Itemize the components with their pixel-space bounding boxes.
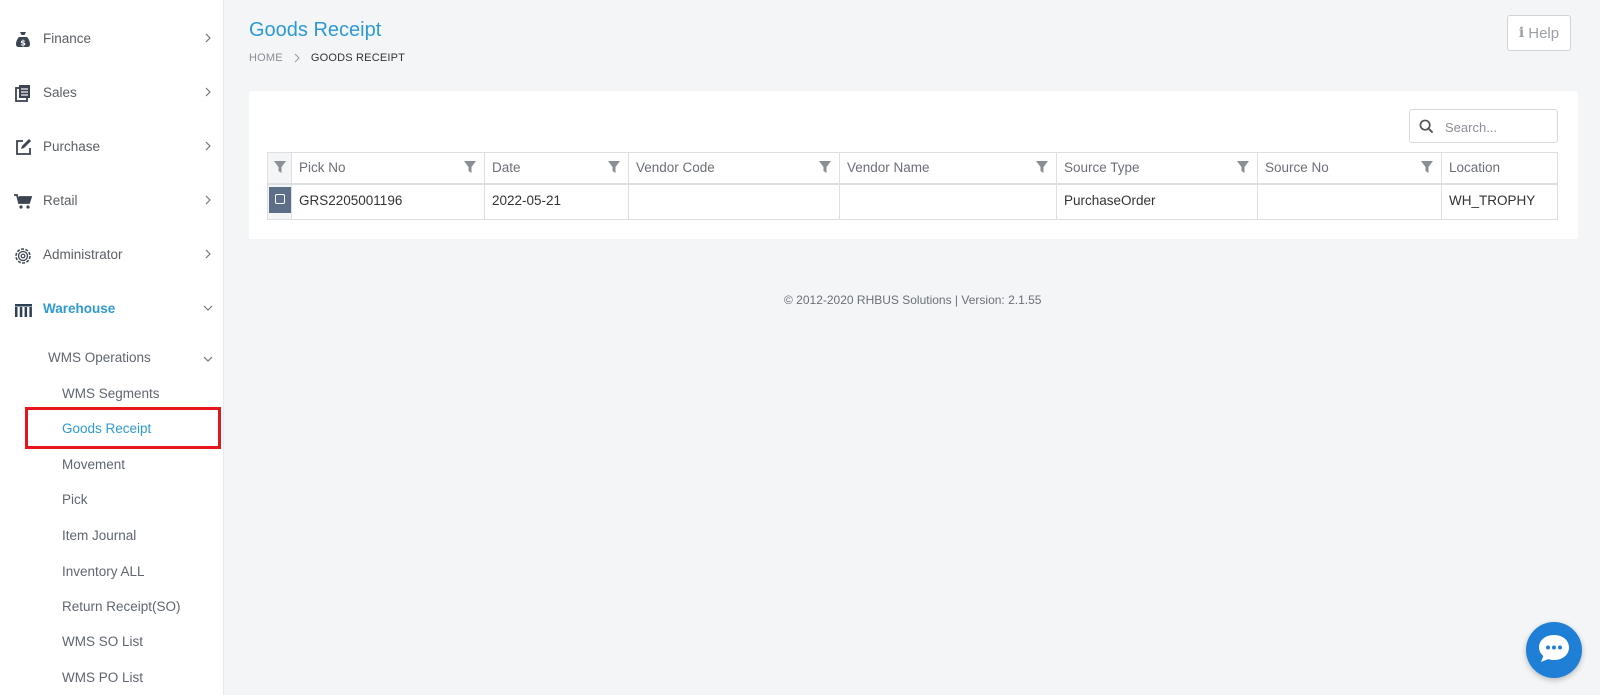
warehouse-icon xyxy=(15,304,32,317)
column-header-pick-no[interactable]: Pick No xyxy=(292,153,485,183)
sidebar-item-label: Purchase xyxy=(43,139,101,154)
sidebar-subitem-return-receipt-so[interactable]: Return Receipt(SO) xyxy=(62,599,181,623)
search-input[interactable] xyxy=(1443,116,1555,138)
cell-vendor-name[interactable] xyxy=(840,185,1057,219)
sidebar-item-warehouse[interactable]: Warehouse xyxy=(0,294,223,324)
sidebar-subitem-wms-so-list[interactable]: WMS SO List xyxy=(62,634,143,658)
column-header-vendor-code[interactable]: Vendor Code xyxy=(629,153,840,183)
cell-location[interactable]: WH_TROPHY xyxy=(1442,185,1557,219)
column-header-source-no[interactable]: Source No xyxy=(1258,153,1442,183)
money-bag-icon: $ xyxy=(16,32,30,48)
row-checkbox[interactable] xyxy=(269,187,291,213)
chevron-right-icon xyxy=(205,87,211,97)
table-row[interactable]: GRS2205001196 2022-05-21 PurchaseOrder W… xyxy=(268,185,1557,219)
filter-icon[interactable] xyxy=(818,160,832,174)
sidebar-item-label: Finance xyxy=(43,31,92,46)
chevron-right-icon xyxy=(205,141,211,151)
sidebar-item-finance[interactable]: $ Finance xyxy=(0,24,223,54)
filter-icon[interactable] xyxy=(607,160,621,174)
table-header-row: Pick No Date Vendor Code Vendor Name Sou… xyxy=(268,153,1557,185)
selection-highlight-box xyxy=(25,407,221,449)
edit-square-icon xyxy=(16,139,31,155)
filter-icon[interactable] xyxy=(273,160,287,174)
column-header-label: Vendor Code xyxy=(636,160,715,175)
cell-date[interactable]: 2022-05-21 xyxy=(485,185,629,219)
svg-text:$: $ xyxy=(20,39,26,48)
cart-icon xyxy=(14,194,33,209)
submenu-group-wms-operations[interactable]: WMS Operations xyxy=(48,350,218,374)
goods-receipt-table: Pick No Date Vendor Code Vendor Name Sou… xyxy=(267,152,1558,220)
chevron-right-icon xyxy=(205,33,211,43)
cell-text: PurchaseOrder xyxy=(1064,193,1156,208)
chevron-down-icon xyxy=(203,305,213,311)
sidebar-item-label: Retail xyxy=(43,193,78,208)
help-label: Help xyxy=(1528,24,1560,42)
row-select-cell xyxy=(268,185,292,219)
column-header-label: Source No xyxy=(1265,160,1329,175)
header-select-cell xyxy=(268,153,292,183)
sidebar-item-sales[interactable]: Sales xyxy=(0,78,223,108)
chevron-right-icon xyxy=(294,53,300,63)
column-header-location[interactable]: Location xyxy=(1442,153,1557,183)
page-title: Goods Receipt xyxy=(249,19,382,41)
chat-button[interactable] xyxy=(1526,622,1582,678)
document-list-icon xyxy=(15,85,30,102)
info-icon: i xyxy=(1518,25,1525,41)
column-header-vendor-name[interactable]: Vendor Name xyxy=(840,153,1057,183)
breadcrumb-current: GOODS RECEIPT xyxy=(310,52,406,64)
filter-icon[interactable] xyxy=(1420,160,1434,174)
column-header-source-type[interactable]: Source Type xyxy=(1057,153,1258,183)
column-header-label: Source Type xyxy=(1064,160,1140,175)
sidebar-item-label: Administrator xyxy=(43,247,123,262)
submenu-group-label: WMS Operations xyxy=(48,350,151,365)
sidebar-subitem-item-journal[interactable]: Item Journal xyxy=(62,528,136,552)
chevron-right-icon xyxy=(205,195,211,205)
search-icon xyxy=(1419,119,1434,134)
column-header-label: Date xyxy=(492,160,521,175)
column-header-label: Location xyxy=(1449,160,1501,175)
breadcrumb: HOME GOODS RECEIPT xyxy=(249,52,405,64)
cell-text: GRS2205001196 xyxy=(299,193,403,208)
breadcrumb-home[interactable]: HOME xyxy=(249,52,283,64)
cell-text: WH_TROPHY xyxy=(1449,193,1536,208)
search-box xyxy=(1409,109,1558,143)
chevron-down-icon xyxy=(203,356,213,362)
sidebar-subitem-inventory-all[interactable]: Inventory ALL xyxy=(62,564,145,588)
gear-icon xyxy=(15,248,31,264)
checkbox-square-icon xyxy=(275,194,285,204)
column-header-label: Pick No xyxy=(299,160,346,175)
sidebar-item-administrator[interactable]: Administrator xyxy=(0,240,223,270)
filter-icon[interactable] xyxy=(463,160,477,174)
footer-copyright: © 2012-2020 RHBUS Solutions | Version: 2… xyxy=(784,293,1042,307)
cell-text: 2022-05-21 xyxy=(492,193,562,208)
cell-source-type[interactable]: PurchaseOrder xyxy=(1057,185,1258,219)
filter-icon[interactable] xyxy=(1236,160,1250,174)
sidebar-item-purchase[interactable]: Purchase xyxy=(0,132,223,162)
sidebar-subitem-pick[interactable]: Pick xyxy=(62,492,88,516)
sidebar-item-label: Sales xyxy=(43,85,77,100)
sidebar-subitem-movement[interactable]: Movement xyxy=(62,457,125,481)
sidebar-subitem-wms-po-list[interactable]: WMS PO List xyxy=(62,670,143,694)
cell-source-no[interactable] xyxy=(1258,185,1442,219)
column-header-date[interactable]: Date xyxy=(485,153,629,183)
chevron-right-icon xyxy=(205,249,211,259)
cell-pick-no[interactable]: GRS2205001196 xyxy=(292,185,485,219)
column-header-label: Vendor Name xyxy=(847,160,930,175)
filter-icon[interactable] xyxy=(1035,160,1049,174)
sidebar-item-label: Warehouse xyxy=(43,301,116,316)
cell-vendor-code[interactable] xyxy=(629,185,840,219)
help-button[interactable]: i Help xyxy=(1507,15,1571,51)
chat-bubble-icon xyxy=(1539,635,1569,662)
sidebar-item-retail[interactable]: Retail xyxy=(0,186,223,216)
sidebar: $ Finance Sales Purchase Retail Administ… xyxy=(0,0,224,695)
